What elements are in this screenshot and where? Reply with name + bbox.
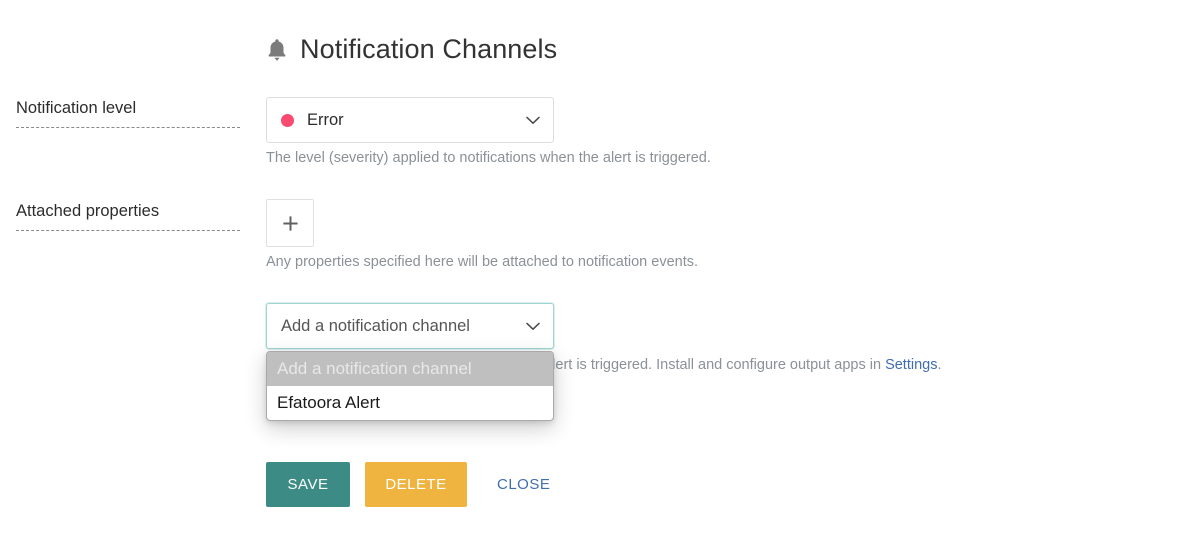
chevron-down-icon bbox=[526, 116, 540, 124]
notification-level-help: The level (severity) applied to notifica… bbox=[266, 150, 711, 166]
notification-level-label: Notification level bbox=[16, 99, 240, 128]
attached-properties-label: Attached properties bbox=[16, 202, 240, 231]
page-title: Notification Channels bbox=[300, 34, 558, 64]
form-actions: SAVE DELETE CLOSE bbox=[266, 462, 568, 507]
plus-icon bbox=[282, 215, 298, 231]
chevron-down-icon bbox=[526, 322, 540, 330]
notification-level-field: Error bbox=[266, 97, 554, 143]
notification-channel-dropdown[interactable]: Add a notification channel Efatoora Aler… bbox=[266, 351, 554, 421]
notification-channel-help-suffix: . bbox=[937, 357, 942, 373]
attached-properties-field bbox=[266, 199, 314, 247]
page-header: Notification Channels bbox=[266, 36, 557, 63]
settings-link[interactable]: Settings bbox=[885, 357, 937, 373]
save-button[interactable]: SAVE bbox=[266, 462, 350, 507]
notification-channel-field: Add a notification channel bbox=[266, 303, 554, 349]
notification-channels-page: { "header": { "title": "Notification Cha… bbox=[0, 0, 1200, 540]
add-property-button[interactable] bbox=[266, 199, 314, 247]
notification-level-select[interactable]: Error bbox=[266, 97, 554, 143]
delete-button[interactable]: DELETE bbox=[365, 462, 467, 507]
dropdown-option[interactable]: Add a notification channel bbox=[267, 352, 553, 386]
notification-level-value: Error bbox=[307, 110, 344, 129]
close-button[interactable]: CLOSE bbox=[479, 462, 568, 507]
notification-channel-value: Add a notification channel bbox=[281, 316, 470, 335]
attached-properties-help: Any properties specified here will be at… bbox=[266, 254, 699, 270]
severity-dot-icon bbox=[281, 113, 294, 127]
notification-channel-select[interactable]: Add a notification channel bbox=[266, 303, 554, 349]
dropdown-option[interactable]: Efatoora Alert bbox=[267, 386, 553, 420]
bell-icon bbox=[268, 38, 286, 61]
